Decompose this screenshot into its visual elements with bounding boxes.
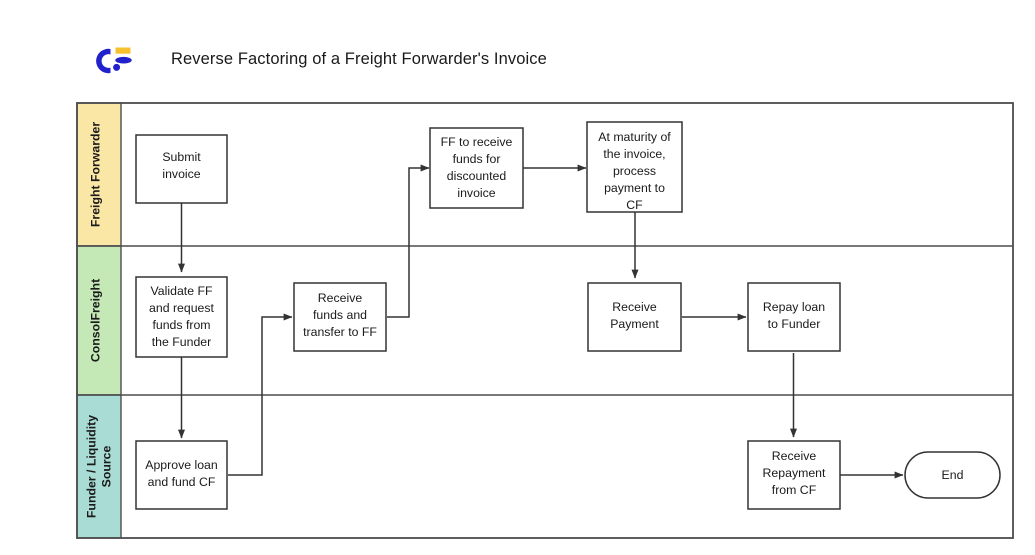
node-at-maturity-line-2: the invoice, — [603, 147, 665, 161]
node-receive-funds-line-2: funds and — [313, 308, 367, 322]
node-approve-loan-line-1: Approve loan — [145, 458, 218, 472]
node-ff-to-receive-funds[interactable]: FF to receive funds for discounted invoi… — [429, 127, 524, 209]
node-repay-loan-line-1: Repay loan — [763, 300, 825, 314]
swimlane-flowchart: Freight Forwarder ConsolFreight Funder /… — [76, 102, 1014, 539]
node-end[interactable]: End — [904, 451, 1001, 499]
node-repay-loan-to-funder[interactable]: Repay loan to Funder — [747, 282, 841, 352]
node-receive-repayment-line-2: Repayment — [763, 466, 826, 480]
node-receive-funds-transfer-ff[interactable]: Receive funds and transfer to FF — [293, 282, 387, 352]
node-approve-loan-line-2: and fund CF — [148, 475, 216, 489]
edge-receive-funds-to-ff-receive-funds — [387, 164, 430, 318]
node-receive-funds-line-3: transfer to FF — [303, 325, 377, 339]
node-ff-to-receive-funds-line-4: invoice — [457, 186, 495, 200]
node-ff-to-receive-funds-line-2: funds for — [453, 152, 501, 166]
node-receive-repayment-line-1: Receive — [772, 449, 817, 463]
node-receive-payment-line-2: Payment — [610, 317, 659, 331]
node-validate-ff-request-funds[interactable]: Validate FF and request funds from the F… — [135, 276, 228, 358]
node-submit-invoice-line-1: Submit — [162, 150, 201, 164]
node-repay-loan-line-2: to Funder — [768, 317, 821, 331]
lane-label-consolfreight: ConsolFreight — [89, 279, 103, 362]
node-receive-repayment-from-cf[interactable]: Receive Repayment from CF — [747, 440, 841, 510]
node-at-maturity-line-3: process — [613, 164, 656, 178]
node-validate-ff-line-3: funds from — [152, 318, 210, 332]
node-ff-to-receive-funds-line-1: FF to receive — [441, 135, 513, 149]
node-end-label: End — [942, 468, 964, 482]
node-at-maturity-line-1: At maturity of — [598, 130, 671, 144]
node-receive-payment-line-1: Receive — [612, 300, 657, 314]
node-approve-loan-fund-cf[interactable]: Approve loan and fund CF — [135, 440, 228, 510]
node-submit-invoice[interactable]: Submit invoice — [135, 134, 228, 204]
edge-approve-loan-to-receive-funds — [228, 313, 293, 476]
node-validate-ff-line-1: Validate FF — [151, 284, 213, 298]
node-receive-payment[interactable]: Receive Payment — [587, 282, 682, 352]
lane-label-freight-forwarder: Freight Forwarder — [89, 122, 103, 227]
lane-label-funder-line-2: Source — [100, 446, 114, 488]
node-at-maturity-process-payment[interactable]: At maturity of the invoice, process paym… — [586, 121, 683, 213]
node-at-maturity-line-5: CF — [626, 198, 643, 212]
lane-label-funder-line-1: Funder / Liquidity — [85, 415, 99, 518]
node-submit-invoice-line-2: invoice — [162, 167, 200, 181]
node-validate-ff-line-4: the Funder — [152, 335, 211, 349]
node-validate-ff-line-2: and request — [149, 301, 215, 315]
node-receive-repayment-line-3: from CF — [772, 483, 817, 497]
node-receive-funds-line-1: Receive — [318, 291, 363, 305]
node-ff-to-receive-funds-line-3: discounted — [447, 169, 507, 183]
node-at-maturity-line-4: payment to — [604, 181, 665, 195]
page-root: Reverse Factoring of a Freight Forwarder… — [0, 0, 1035, 555]
